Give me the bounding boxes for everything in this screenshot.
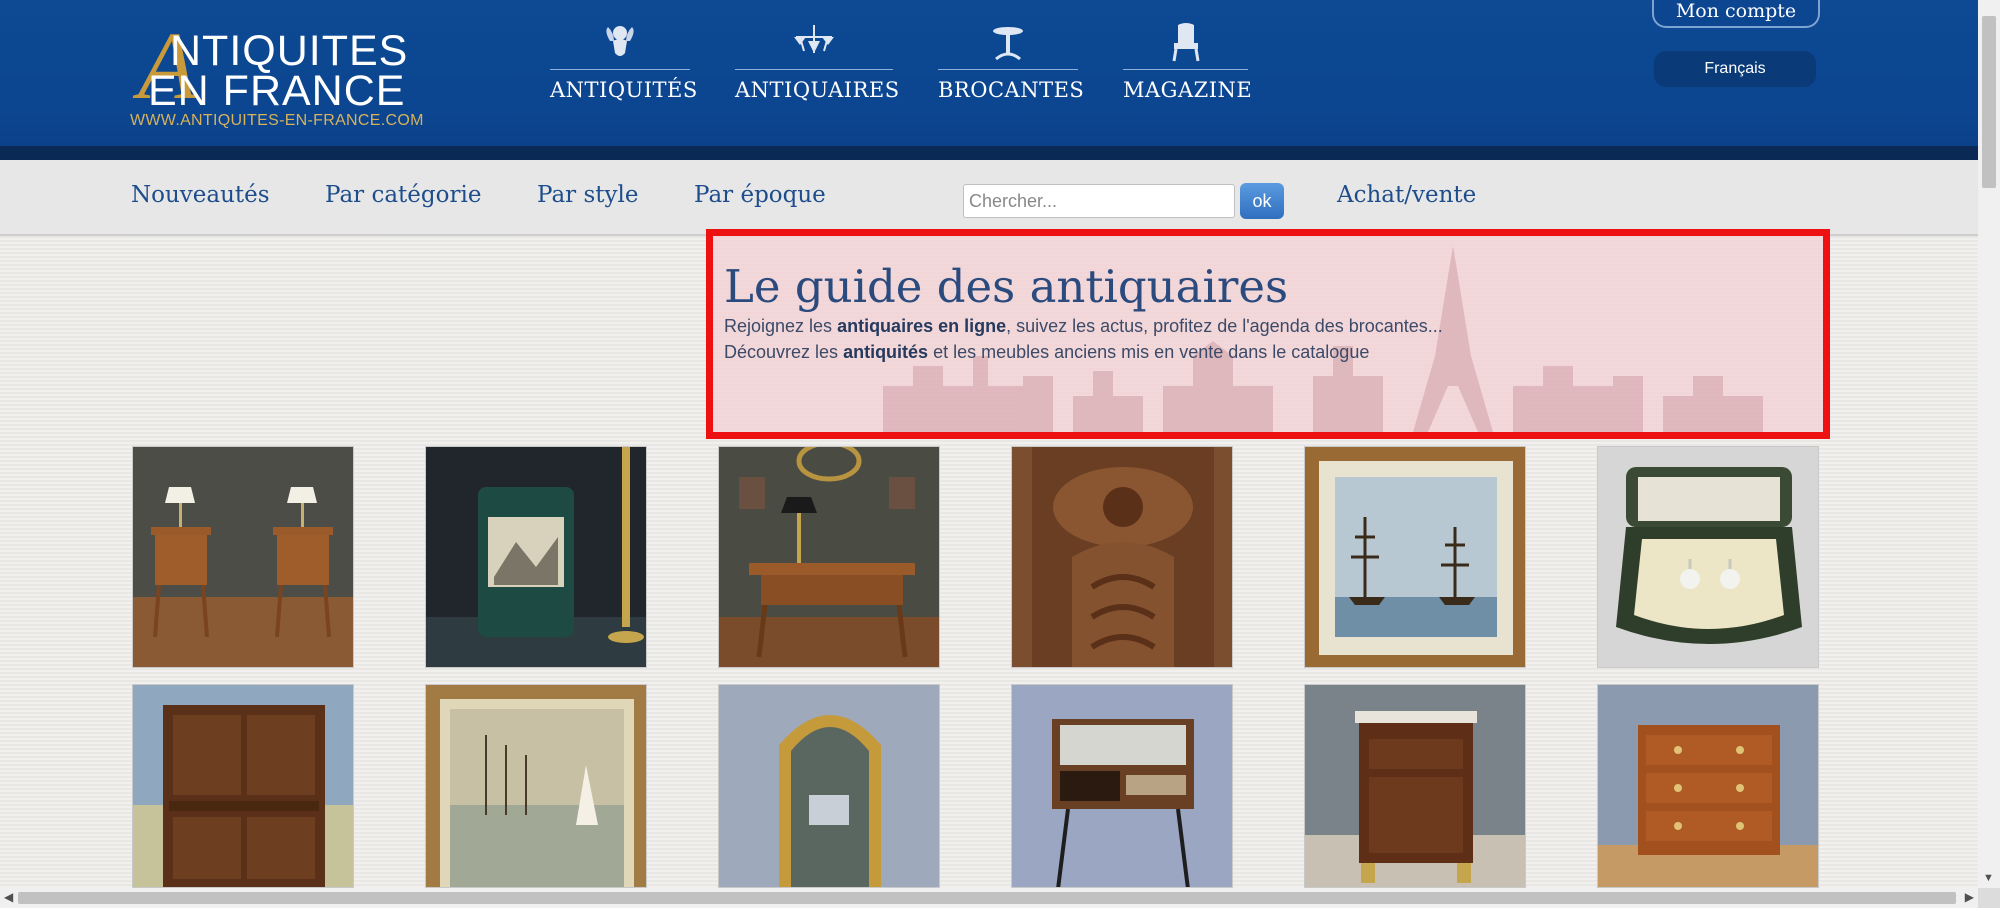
- pedestal-table-icon: [938, 22, 1078, 70]
- subnav-par-style[interactable]: Par style: [537, 182, 638, 208]
- scroll-left-arrow-icon[interactable]: ◀: [4, 890, 13, 904]
- gallery-item-nightstand[interactable]: [1304, 684, 1526, 888]
- site-logo[interactable]: A NTIQUITES EN FRANCE WWW.ANTIQUITES-EN-…: [130, 18, 440, 132]
- gallery-item-writing-desk[interactable]: [718, 446, 940, 668]
- subnav-nouveautes[interactable]: Nouveautés: [131, 182, 270, 208]
- cherub-icon: [550, 22, 690, 70]
- hero-line-1: Rejoignez les antiquaires en ligne, suiv…: [724, 316, 1443, 337]
- gallery-item-carved-panel[interactable]: [1011, 446, 1233, 668]
- gallery-item-radio-cabinet[interactable]: [1011, 684, 1233, 888]
- nav-label: BROCANTES: [938, 78, 1085, 102]
- chandelier-icon: [735, 22, 893, 70]
- horizontal-scroll-thumb[interactable]: [18, 892, 1956, 904]
- hero-line-2-text: Découvrez les: [724, 342, 844, 362]
- vertical-scrollbar[interactable]: ▼: [1978, 0, 2000, 888]
- hero-line-2: Découvrez les antiquités et les meubles …: [724, 342, 1369, 363]
- nav-magazine[interactable]: MAGAZINE: [1123, 22, 1253, 112]
- nav-brocantes[interactable]: BROCANTES: [938, 22, 1085, 112]
- scrollbar-corner: [1978, 888, 2000, 908]
- nav-label: ANTIQUITÉS: [550, 78, 698, 102]
- header-band: [0, 146, 1978, 160]
- gallery-item-chest-of-drawers[interactable]: [1597, 684, 1819, 888]
- search-submit-button[interactable]: ok: [1240, 183, 1284, 219]
- hero-title: Le guide des antiquaires: [724, 260, 1289, 313]
- hero-line-1-text: Rejoignez les: [724, 316, 838, 336]
- gallery-item-ship-painting[interactable]: [1304, 446, 1526, 668]
- horizontal-scrollbar[interactable]: ◀ ▶: [0, 888, 1978, 908]
- gallery-item-buffet-cabinet[interactable]: [132, 684, 354, 888]
- armchair-icon: [1123, 22, 1248, 70]
- gallery-item-earrings[interactable]: [1597, 446, 1819, 668]
- subnav-par-categorie[interactable]: Par catégorie: [325, 182, 481, 208]
- gallery-item-harbour-painting[interactable]: [425, 684, 647, 888]
- nav-antiquaires[interactable]: ANTIQUAIRES: [735, 22, 900, 112]
- scroll-down-arrow-icon[interactable]: ▼: [1983, 872, 1994, 884]
- account-button[interactable]: Mon compte: [1652, 0, 1820, 28]
- language-selector[interactable]: Français: [1654, 51, 1816, 87]
- subnav-par-epoque[interactable]: Par époque: [694, 182, 826, 208]
- gallery-item-bedside-tables[interactable]: [132, 446, 354, 668]
- antiquites-link[interactable]: antiquités: [843, 342, 928, 362]
- scroll-right-arrow-icon[interactable]: ▶: [1965, 890, 1974, 904]
- logo-url: WWW.ANTIQUITES-EN-FRANCE.COM: [130, 112, 424, 129]
- nav-label: ANTIQUAIRES: [735, 78, 900, 102]
- nav-label: MAGAZINE: [1123, 78, 1253, 102]
- logo-line2: EN FRANCE: [148, 67, 406, 115]
- antiquaires-en-ligne-link[interactable]: antiquaires en ligne: [837, 316, 1006, 336]
- nav-antiquites[interactable]: ANTIQUITÉS: [550, 22, 698, 112]
- site-header: A NTIQUITES EN FRANCE WWW.ANTIQUITES-EN-…: [0, 0, 1978, 160]
- subnav-achat-vente[interactable]: Achat/vente: [1337, 182, 1476, 208]
- hero-line-1-text-end: , suivez les actus, profitez de l'agenda…: [1006, 316, 1443, 336]
- gallery-item-gilded-mirror[interactable]: [718, 684, 940, 888]
- gallery-item-waste-basket[interactable]: [425, 446, 647, 668]
- search-input[interactable]: [963, 184, 1235, 218]
- hero-banner: Le guide des antiquaires Rejoignez les a…: [706, 229, 1830, 439]
- hero-line-2-text-end: et les meubles anciens mis en vente dans…: [928, 342, 1370, 362]
- vertical-scroll-thumb[interactable]: [1982, 16, 1996, 188]
